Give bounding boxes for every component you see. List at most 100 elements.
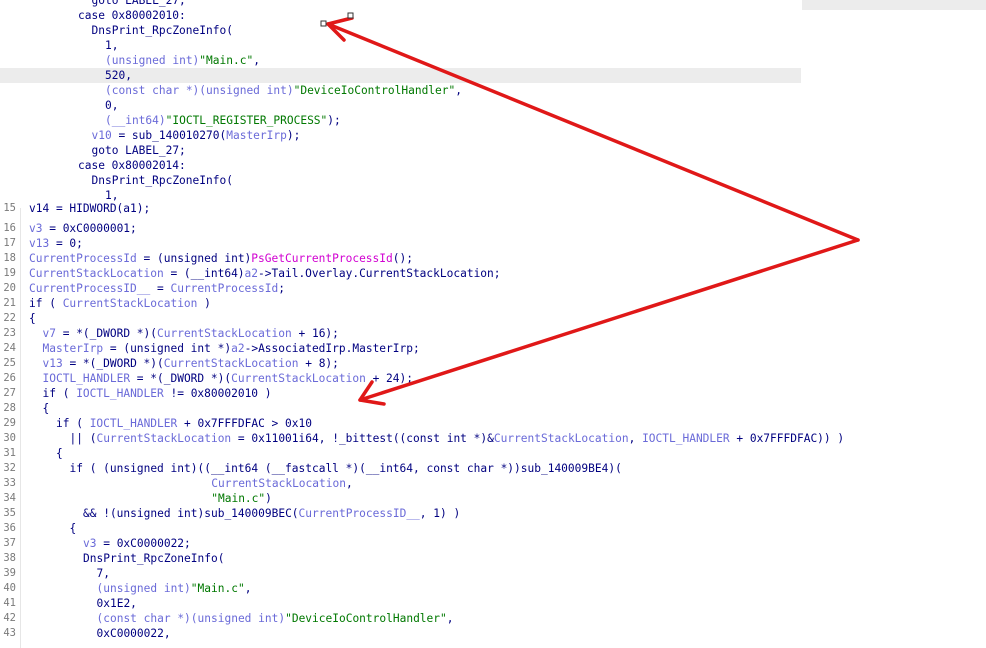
code-token: CurrentStackLocation	[29, 267, 164, 280]
line-number: 33	[3, 477, 16, 489]
line-number: 29	[3, 417, 16, 429]
code-token: if (	[56, 417, 90, 430]
code-line: (const char *)(unsigned int)"DeviceIoCon…	[105, 83, 462, 98]
code-token: v3	[83, 537, 97, 550]
code-line: MasterIrp = (unsigned int *)a2->Associat…	[43, 341, 420, 356]
code-line: IOCTL_HANDLER = *(_DWORD *)(CurrentStack…	[43, 371, 413, 386]
line-number: 27	[3, 387, 16, 399]
code-token: = *(_DWORD *)(	[130, 372, 232, 385]
code-line: case 0x80002014:	[78, 158, 186, 173]
line-number: 37	[3, 537, 16, 549]
code-line: v13 = 0;	[29, 236, 83, 251]
code-token: {	[69, 522, 77, 535]
line-number: 31	[3, 447, 16, 459]
line-number: 38	[3, 552, 16, 564]
code-line: if ( (unsigned int)((__int64 (__fastcall…	[70, 461, 622, 476]
code-token: "DeviceIoControlHandler"	[293, 84, 456, 97]
code-line: v3 = 0xC0000001;	[29, 221, 137, 236]
top-code-pane: goto LABEL_27; case 0x80002010: DnsPrint_R…	[0, 0, 986, 208]
code-token: + 8);	[298, 357, 339, 370]
code-token: ,	[244, 582, 252, 595]
code-token: MasterIrp	[226, 129, 287, 142]
code-token: && !(unsigned int)sub_140009BEC(	[83, 507, 299, 520]
code-token: goto LABEL_27;	[91, 0, 186, 7]
code-line: case 0x80002010:	[78, 8, 186, 23]
code-line: if ( CurrentStackLocation )	[29, 296, 211, 311]
code-token: DnsPrint_RpcZoneInfo(	[91, 174, 233, 187]
code-token: 0xC0000022,	[96, 627, 171, 640]
line-number: 28	[3, 402, 16, 414]
code-token: = (unsigned int)	[136, 252, 252, 265]
code-token: PsGetCurrentProcessId	[251, 252, 393, 265]
line-number: 40	[3, 582, 16, 594]
code-token: + 24);	[365, 372, 413, 385]
code-token: = *(_DWORD *)(	[62, 357, 164, 370]
code-line: (const char *)(unsigned int)"DeviceIoCon…	[97, 611, 454, 626]
code-token: ();	[392, 252, 413, 265]
code-token: v7	[42, 327, 56, 340]
code-line: CurrentProcessID__ = CurrentProcessId;	[29, 281, 285, 296]
code-token: = 0x11001i64, !_bittest((const int *)&	[231, 432, 494, 445]
code-line: DnsPrint_RpcZoneInfo(	[92, 23, 233, 38]
code-line: (unsigned int)"Main.c",	[105, 53, 260, 68]
top-scroll-strip[interactable]	[802, 0, 986, 10]
code-token: 0,	[105, 99, 119, 112]
code-token: (const char *)(unsigned int)	[105, 84, 294, 97]
line-number: 22	[3, 312, 16, 324]
code-token: != 0x80002010 )	[163, 387, 272, 400]
code-line: 520,	[105, 68, 132, 83]
code-token: case 0x80002010:	[78, 9, 186, 22]
line-number: 35	[3, 507, 16, 519]
line-number: 30	[3, 432, 16, 444]
code-token: = sub_140010270(	[111, 129, 227, 142]
line-number: 41	[3, 597, 16, 609]
code-token: CurrentStackLocation	[211, 477, 346, 490]
code-token: + 0x7FFFDFAC > 0x10	[177, 417, 312, 430]
code-token: = 0xC0000022;	[96, 537, 191, 550]
code-token: CurrentStackLocation	[493, 432, 629, 445]
code-line: if ( IOCTL_HANDLER != 0x80002010 )	[43, 386, 272, 401]
line-number: 26	[3, 372, 16, 384]
code-token: )	[197, 297, 211, 310]
code-token: IOCTL_HANDLER	[89, 417, 178, 430]
code-token: CurrentStackLocation	[96, 432, 232, 445]
code-token: (__int64)	[105, 114, 166, 127]
code-token: = *(_DWORD *)(	[55, 327, 158, 340]
line-number: 15	[3, 202, 16, 214]
bottom-code-pane: 15 v14 = HIDWORD(a1); 16 v3 = 0xC0000001;…	[0, 202, 986, 648]
code-line: (__int64)"IOCTL_REGISTER_PROCESS");	[105, 113, 341, 128]
code-line: {	[56, 446, 63, 461]
code-line: 1,	[105, 38, 118, 53]
code-line: if ( IOCTL_HANDLER + 0x7FFFDFAC > 0x10	[56, 416, 312, 431]
code-token: IOCTL_HANDLER	[642, 432, 730, 445]
line-number: 39	[3, 567, 16, 579]
code-token: ;	[278, 282, 285, 295]
code-token: v3	[29, 222, 43, 235]
line-number: 17	[3, 237, 16, 249]
code-token: || (	[69, 432, 97, 445]
code-line: 7,	[97, 566, 110, 581]
code-token: IOCTL_HANDLER	[76, 387, 164, 400]
code-token: ->Tail.Overlay.CurrentStackLocation;	[258, 267, 501, 280]
line-number: 24	[3, 342, 16, 354]
code-token: CurrentProcessId	[29, 252, 137, 265]
code-token: 7,	[96, 567, 110, 580]
code-token: (unsigned int)	[105, 54, 200, 67]
code-token: CurrentStackLocation	[157, 327, 292, 340]
code-token: );	[327, 114, 341, 127]
line-number: 18	[3, 252, 16, 264]
line-number: 21	[3, 297, 16, 309]
code-line: {	[43, 401, 50, 416]
code-token: 520,	[105, 69, 132, 82]
line-number: 19	[3, 267, 16, 279]
code-token: CurrentProcessId	[170, 282, 279, 295]
code-token: CurrentStackLocation	[62, 297, 198, 310]
code-token: ,	[253, 54, 260, 67]
code-token: v13	[42, 357, 63, 370]
line-number: 25	[3, 357, 16, 369]
code-line: CurrentStackLocation = (__int64)a2->Tail…	[29, 266, 501, 281]
code-line: (unsigned int)"Main.c",	[97, 581, 252, 596]
code-token: CurrentProcessID__	[298, 507, 420, 520]
code-token: )	[265, 492, 272, 505]
code-token: (const char *)(unsigned int)	[96, 612, 286, 625]
